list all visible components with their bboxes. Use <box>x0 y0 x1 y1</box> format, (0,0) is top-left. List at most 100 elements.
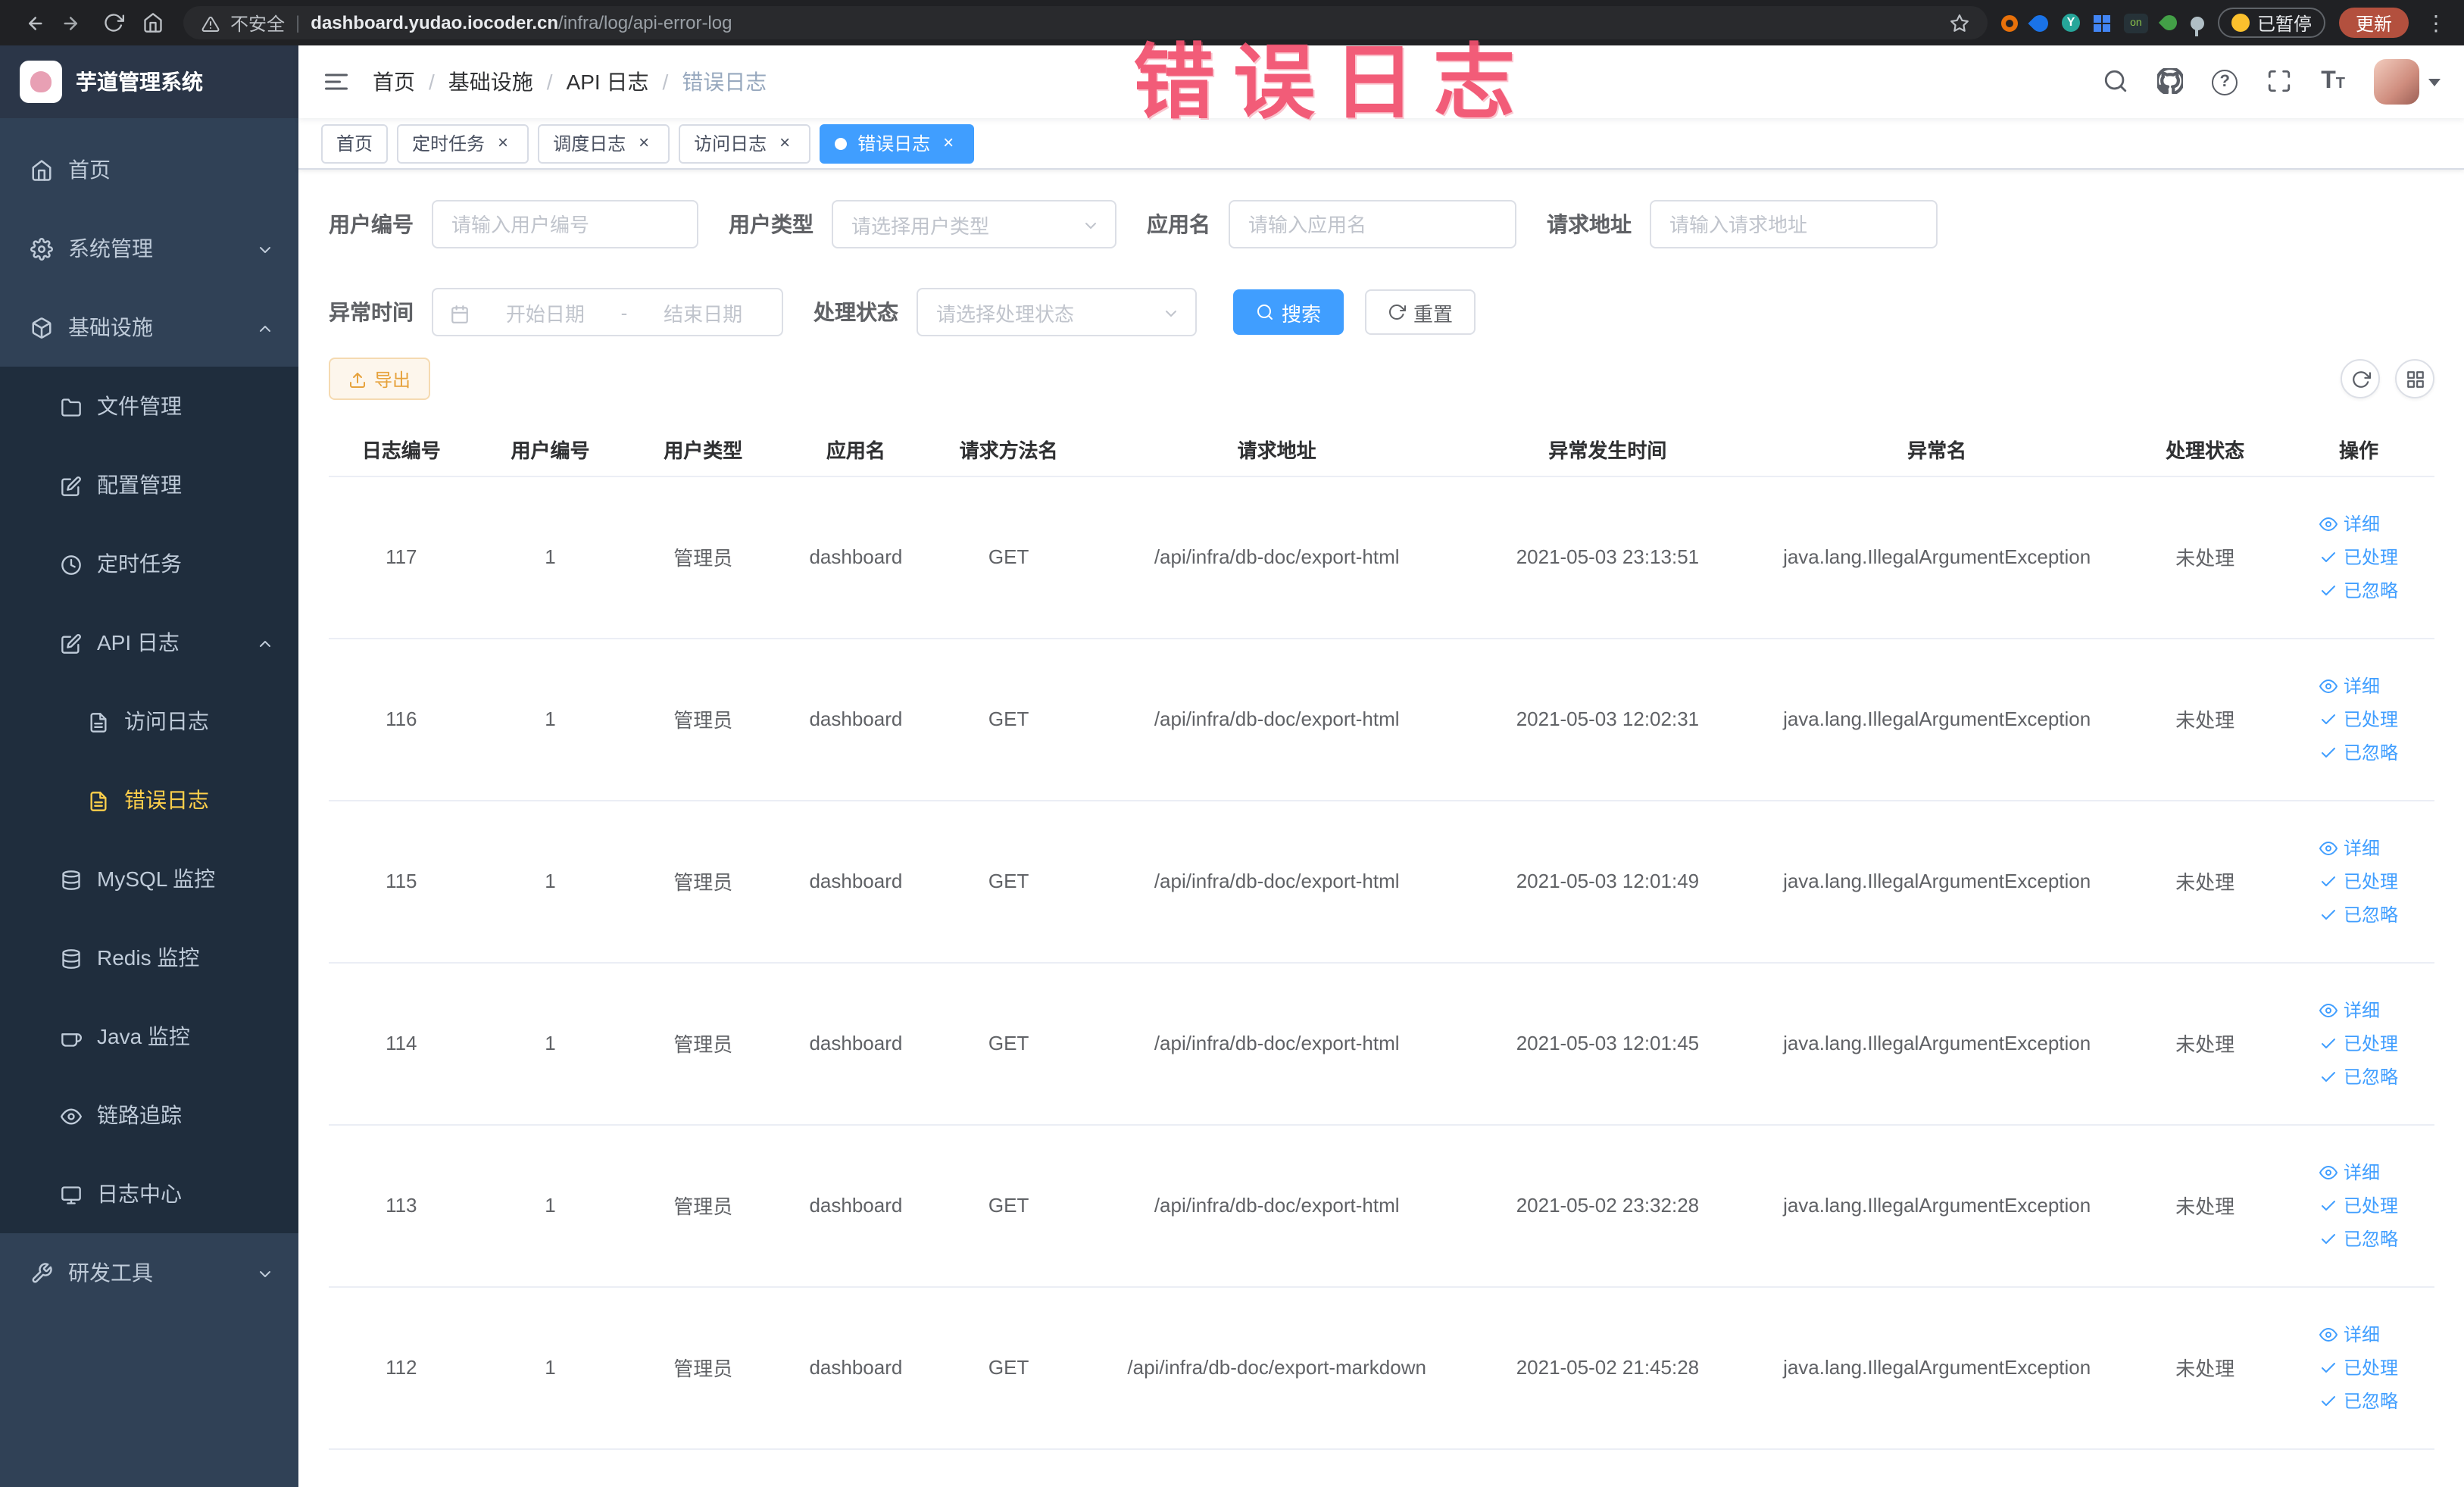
sidebar-item-home[interactable]: 首页 <box>0 130 298 209</box>
ignored-link[interactable]: 已忽略 <box>2319 577 2398 603</box>
extension-icon-leaf[interactable] <box>2158 11 2181 34</box>
check-icon <box>2319 1032 2338 1054</box>
tab-scheduled-tasks[interactable]: 定时任务 × <box>397 123 529 163</box>
sidebar-item-config-management[interactable]: 配置管理 <box>0 445 298 524</box>
bookmark-star-icon[interactable] <box>1950 12 1969 34</box>
sidebar-item-system-management[interactable]: 系统管理 <box>0 209 298 288</box>
forward-icon[interactable] <box>62 11 85 35</box>
ignored-link[interactable]: 已忽略 <box>2319 1388 2398 1414</box>
reload-icon[interactable] <box>103 11 124 34</box>
profile-paused-button[interactable]: 已暂停 <box>2217 8 2325 38</box>
breadcrumb-infrastructure[interactable]: 基础设施 <box>448 67 533 97</box>
hamburger-icon[interactable] <box>323 68 350 95</box>
detail-link[interactable]: 详细 <box>2319 835 2380 861</box>
detail-link[interactable]: 详细 <box>2319 511 2380 536</box>
cell-user-id: 1 <box>473 638 627 801</box>
browser-menu-kebab-icon[interactable]: ⋮ <box>2422 10 2450 36</box>
sidebar-item-redis-monitor[interactable]: Redis 监控 <box>0 918 298 997</box>
process-status-select[interactable]: 请选择处理状态 <box>917 288 1197 336</box>
date-range-picker[interactable]: 开始日期 - 结束日期 <box>432 288 783 336</box>
browser-update-button[interactable]: 更新 <box>2338 8 2409 38</box>
breadcrumb-home[interactable]: 首页 <box>373 67 415 97</box>
export-button[interactable]: 导出 <box>329 358 431 400</box>
cell-user-id: 1 <box>473 962 627 1125</box>
cell-user-type: 管理员 <box>626 1124 780 1287</box>
sidebar-item-error-log[interactable]: 错误日志 <box>0 761 298 839</box>
sidebar-item-infrastructure[interactable]: 基础设施 <box>0 288 298 367</box>
security-chip[interactable]: 不安全 <box>230 10 285 36</box>
check-icon <box>2319 579 2338 601</box>
ignored-link[interactable]: 已忽略 <box>2319 1226 2398 1251</box>
sidebar-item-scheduled-tasks[interactable]: 定时任务 <box>0 524 298 603</box>
extension-icon-green[interactable]: Y <box>2061 14 2080 32</box>
processed-link[interactable]: 已处理 <box>2319 1354 2398 1380</box>
font-size-icon[interactable]: TT <box>2321 69 2345 94</box>
avatar[interactable] <box>2374 59 2419 105</box>
cell-log-id: 113 <box>329 1124 474 1287</box>
app-name-input[interactable] <box>1229 200 1516 248</box>
cell-exception-time: 2021-05-03 12:02:31 <box>1468 638 1747 801</box>
tab-home[interactable]: 首页 <box>321 123 389 163</box>
processed-link[interactable]: 已处理 <box>2319 1030 2398 1056</box>
check-icon <box>2319 1195 2338 1216</box>
user-menu[interactable] <box>2374 59 2441 105</box>
ignored-link[interactable]: 已忽略 <box>2319 1064 2398 1089</box>
extension-icon-drop[interactable] <box>2028 11 2052 35</box>
tab-error-log[interactable]: 错误日志 × <box>820 123 975 163</box>
request-url-input[interactable] <box>1650 200 1938 248</box>
refresh-button[interactable] <box>2341 359 2380 398</box>
ignored-link[interactable]: 已忽略 <box>2319 739 2398 765</box>
close-icon[interactable]: × <box>774 132 795 154</box>
home-icon[interactable] <box>142 11 164 34</box>
sidebar-item-java-monitor[interactable]: Java 监控 <box>0 997 298 1076</box>
column-header: 请求方法名 <box>932 424 1085 476</box>
detail-link[interactable]: 详细 <box>2319 1321 2380 1347</box>
user-id-input[interactable] <box>432 200 698 248</box>
extension-icon-pin[interactable] <box>2190 16 2204 36</box>
close-icon[interactable]: × <box>938 132 959 154</box>
close-icon[interactable]: × <box>633 132 654 154</box>
column-header: 请求地址 <box>1085 424 1469 476</box>
reset-button[interactable]: 重置 <box>1365 289 1476 335</box>
detail-link[interactable]: 详细 <box>2319 673 2380 698</box>
document-icon <box>88 709 109 734</box>
extension-icon-grid[interactable] <box>2093 14 2110 31</box>
processed-link[interactable]: 已处理 <box>2319 868 2398 894</box>
url-text[interactable]: dashboard.yudao.iocoder.cn/infra/log/api… <box>311 12 732 33</box>
tab-schedule-log[interactable]: 调度日志 × <box>538 123 670 163</box>
user-type-select[interactable]: 请选择用户类型 <box>832 200 1116 248</box>
sidebar-item-access-log[interactable]: 访问日志 <box>0 682 298 761</box>
sidebar-item-log-center[interactable]: 日志中心 <box>0 1154 298 1233</box>
close-icon[interactable]: × <box>492 132 514 154</box>
back-icon[interactable] <box>21 11 44 35</box>
check-icon <box>2319 1228 2338 1249</box>
detail-link[interactable]: 详细 <box>2319 1159 2380 1185</box>
extension-icon-on-badge[interactable]: on <box>2123 13 2148 33</box>
sidebar-item-api-log[interactable]: API 日志 <box>0 603 298 682</box>
check-icon <box>2319 870 2338 892</box>
processed-link[interactable]: 已处理 <box>2319 1192 2398 1218</box>
sidebar-item-dev-tools[interactable]: 研发工具 <box>0 1233 298 1312</box>
breadcrumb-error-log: 错误日志 <box>682 70 767 94</box>
sidebar-item-mysql-monitor[interactable]: MySQL 监控 <box>0 839 298 918</box>
cell-request-url: /api/infra/db-doc/export-html <box>1085 800 1469 963</box>
processed-link[interactable]: 已处理 <box>2319 544 2398 570</box>
sidebar-item-trace[interactable]: 链路追踪 <box>0 1076 298 1154</box>
search-button[interactable]: 搜索 <box>1233 289 1344 335</box>
help-icon[interactable]: ? <box>2212 69 2238 95</box>
processed-link[interactable]: 已处理 <box>2319 706 2398 732</box>
search-icon[interactable] <box>2103 68 2128 95</box>
address-bar[interactable]: 不安全 | dashboard.yudao.iocoder.cn/infra/l… <box>183 6 1988 39</box>
fullscreen-icon[interactable] <box>2266 68 2292 95</box>
eye-icon <box>2319 513 2338 534</box>
breadcrumb-api-log[interactable]: API 日志 <box>567 67 649 97</box>
chevron-down-icon <box>256 1261 274 1285</box>
detail-link[interactable]: 详细 <box>2319 997 2380 1023</box>
tab-access-log[interactable]: 访问日志 × <box>679 123 811 163</box>
extension-icon-ring[interactable] <box>2000 14 2018 31</box>
sidebar-item-file-management[interactable]: 文件管理 <box>0 367 298 445</box>
column-settings-button[interactable] <box>2395 359 2434 398</box>
github-icon[interactable] <box>2157 68 2183 95</box>
cell-request-url: /api/infra/db-doc/export-html <box>1085 1124 1469 1287</box>
ignored-link[interactable]: 已忽略 <box>2319 901 2398 927</box>
